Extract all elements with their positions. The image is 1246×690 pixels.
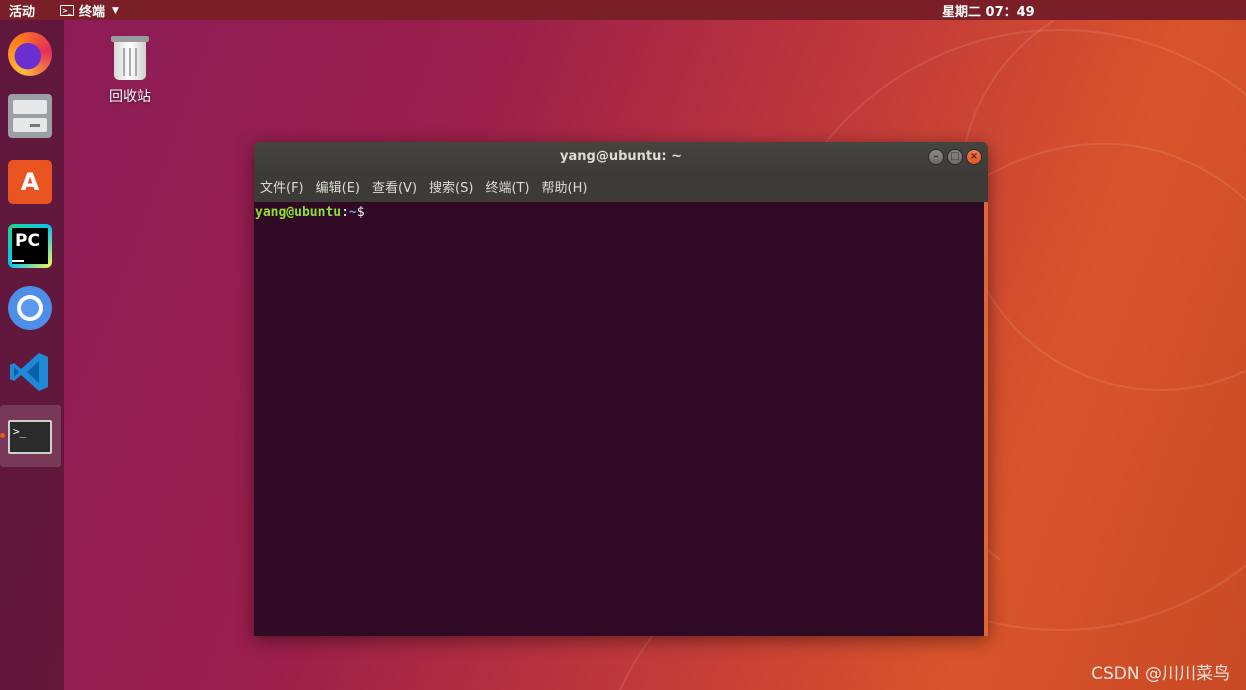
- running-indicator: [0, 433, 5, 438]
- prompt-colon: :: [341, 205, 349, 220]
- close-button[interactable]: ×: [966, 149, 982, 165]
- window-titlebar[interactable]: yang@ubuntu: ~ – □ ×: [254, 142, 988, 174]
- trash-stripe: [123, 48, 125, 76]
- top-bar: 活动 >_ 终端 ▼ 星期二 07：49: [0, 0, 1246, 20]
- terminal-window: yang@ubuntu: ~ – □ × 文件(F) 编辑(E) 查看(V) 搜…: [254, 142, 988, 636]
- watermark: CSDN @川川菜鸟: [1091, 664, 1230, 684]
- menu-edit[interactable]: 编辑(E): [316, 174, 360, 202]
- trash-stripe: [135, 48, 137, 76]
- software-center-glyph: A: [20, 168, 40, 196]
- desktop-trash[interactable]: 回收站: [100, 36, 160, 106]
- maximize-button[interactable]: □: [947, 149, 963, 165]
- pycharm-glyph: PC: [15, 231, 40, 251]
- firefox-icon[interactable]: [8, 32, 52, 76]
- trash-label: 回收站: [109, 89, 151, 105]
- minimize-button[interactable]: –: [928, 149, 944, 165]
- trash-stripe: [129, 48, 131, 76]
- software-center-icon[interactable]: A: [8, 160, 52, 204]
- menu-help[interactable]: 帮助(H): [542, 174, 588, 202]
- terminal-screen: >_: [8, 420, 52, 454]
- terminal-output[interactable]: yang@ubuntu:~$: [254, 202, 988, 636]
- drawer-handle: [30, 124, 40, 127]
- terminal-glyph: >_: [13, 425, 27, 438]
- pycharm-icon[interactable]: PC: [8, 224, 52, 268]
- vscode-logo: [10, 353, 48, 391]
- menu-terminal[interactable]: 终端(T): [485, 174, 529, 202]
- menu-search[interactable]: 搜索(S): [429, 174, 473, 202]
- prompt-path: ~: [348, 205, 357, 220]
- chromium-icon[interactable]: [8, 286, 52, 330]
- pycharm-underscore: [12, 260, 24, 262]
- file-cabinet-icon[interactable]: [8, 94, 52, 138]
- dock: A PC >_: [0, 20, 64, 690]
- prompt-user: yang@ubuntu: [255, 205, 342, 220]
- vscode-icon[interactable]: [8, 350, 52, 394]
- trash-lid: [111, 36, 149, 42]
- menu-view[interactable]: 查看(V): [372, 174, 417, 202]
- clock[interactable]: 星期二 07：49: [942, 1, 1035, 20]
- trash-icon: [111, 36, 149, 80]
- caret-down-icon: ▼: [112, 5, 119, 16]
- pycharm-badge: PC: [12, 228, 48, 264]
- terminal-icon: >_: [60, 5, 74, 16]
- window-title: yang@ubuntu: ~: [560, 149, 682, 164]
- menu-file[interactable]: 文件(F): [260, 174, 304, 202]
- activities-button[interactable]: 活动: [9, 1, 35, 20]
- terminal-icon[interactable]: >_: [8, 416, 52, 460]
- window-controls: – □ ×: [928, 149, 982, 165]
- terminal-menubar: 文件(F) 编辑(E) 查看(V) 搜索(S) 终端(T) 帮助(H): [254, 174, 988, 202]
- app-menu-label: 终端: [79, 5, 106, 20]
- drawer-shape: [13, 118, 47, 132]
- terminal-scrollbar[interactable]: [984, 202, 988, 636]
- app-menu[interactable]: >_ 终端 ▼: [60, 1, 119, 20]
- prompt-symbol: $: [356, 205, 365, 220]
- chromium-core: [21, 299, 39, 317]
- drawer-shape: [13, 100, 47, 114]
- terminal-prompt: yang@ubuntu:~$: [255, 205, 365, 220]
